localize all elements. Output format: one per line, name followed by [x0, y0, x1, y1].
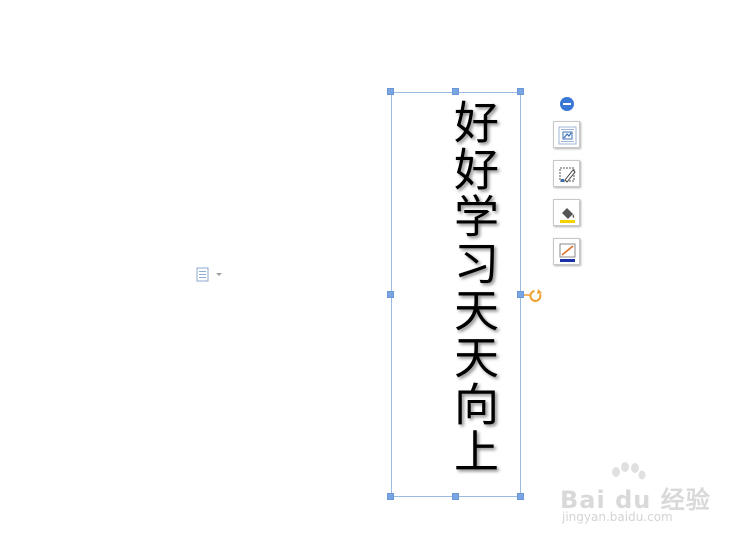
line-color-icon — [559, 243, 576, 262]
paste-options-button[interactable] — [196, 267, 226, 283]
resize-handle-bottom-right[interactable] — [517, 493, 524, 500]
textbox-text[interactable]: 好好学习天天向上 — [444, 99, 500, 475]
minus-circle-icon[interactable] — [560, 97, 574, 111]
resize-handle-right[interactable] — [517, 291, 524, 298]
resize-handle-top-left[interactable] — [387, 88, 394, 95]
paste-options-icon — [196, 267, 222, 282]
watermark-url: jingyan.baidu.com — [562, 510, 673, 524]
fill-color-button[interactable] — [553, 199, 580, 226]
fill-color-icon — [560, 208, 575, 223]
edit-shape-button[interactable] — [553, 160, 580, 187]
rotate-icon — [524, 289, 542, 302]
resize-handle-left[interactable] — [387, 291, 394, 298]
resize-handle-bottom-left[interactable] — [387, 493, 394, 500]
vertical-textbox[interactable]: 好好学习天天向上 — [391, 92, 521, 497]
resize-handle-top-right[interactable] — [517, 88, 524, 95]
edit-shape-icon — [559, 167, 576, 183]
rotate-handle[interactable] — [524, 287, 546, 305]
line-color-button[interactable] — [553, 238, 580, 265]
document-canvas[interactable]: 好好学习天天向上 Bai du 经验 jingyan.baidu.com — [0, 0, 730, 545]
layout-options-icon — [558, 126, 577, 145]
layout-options-button[interactable] — [553, 121, 580, 148]
resize-handle-top[interactable] — [452, 88, 459, 95]
baidu-jingyan-watermark: Bai du 经验 jingyan.baidu.com — [560, 462, 710, 532]
resize-handle-bottom[interactable] — [452, 493, 459, 500]
